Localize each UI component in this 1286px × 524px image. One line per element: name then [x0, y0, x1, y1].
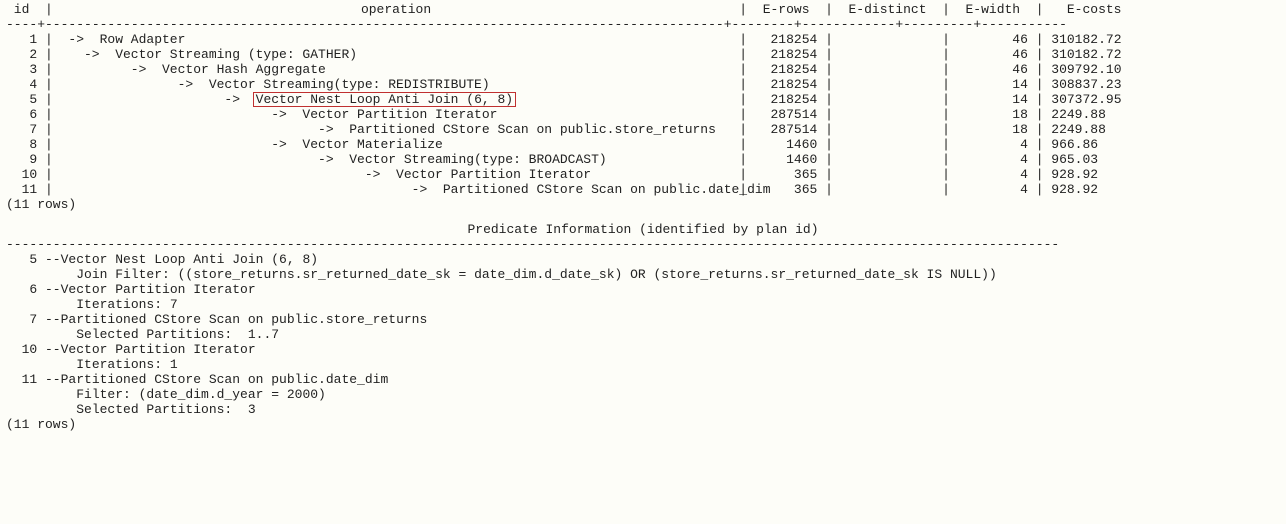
plan-row-erows: 218254 — [755, 47, 817, 62]
plan-row-operation: -> Vector Streaming(type: REDISTRIBUTE) — [61, 77, 732, 92]
plan-row-ewidth: 46 — [958, 62, 1028, 77]
plan-row-ecosts: 310182.72 — [1051, 32, 1137, 47]
plan-row: 5 | -> Vector Nest Loop Anti Join (6, 8)… — [6, 92, 1280, 107]
plan-row-id: 8 — [6, 137, 37, 152]
plan-row-erows: 218254 — [755, 62, 817, 77]
header-ewidth: E-width — [958, 2, 1028, 17]
plan-row-erows: 218254 — [755, 77, 817, 92]
predicate-line: 11 --Partitioned CStore Scan on public.d… — [6, 372, 1280, 387]
plan-row-id: 5 — [6, 92, 37, 107]
predicate-line: Selected Partitions: 1..7 — [6, 327, 1280, 342]
plan-row-ewidth: 18 — [958, 107, 1028, 122]
plan-row-operation: -> Vector Partition Iterator — [61, 167, 732, 182]
plan-row-ewidth: 46 — [958, 47, 1028, 62]
plan-row-erows: 365 — [755, 167, 817, 182]
plan-row-operation: -> Partitioned CStore Scan on public.dat… — [61, 182, 732, 197]
plan-row-erows: 1460 — [755, 152, 817, 167]
plan-row-ewidth: 4 — [958, 137, 1028, 152]
plan-row-ecosts: 307372.95 — [1051, 92, 1137, 107]
plan-row-ewidth: 14 — [958, 92, 1028, 107]
header-id: id — [6, 2, 37, 17]
plan-row: 6 | -> Vector Partition Iterator | 28751… — [6, 107, 1280, 122]
plan-row-id: 10 — [6, 167, 37, 182]
plan-row-erows: 218254 — [755, 92, 817, 107]
plan-row-ewidth: 14 — [958, 77, 1028, 92]
predicate-section-title: Predicate Information (identified by pla… — [6, 212, 1280, 237]
plan-row-operation: -> Vector Partition Iterator — [61, 107, 732, 122]
plan-row-erows: 1460 — [755, 137, 817, 152]
predicate-line: Join Filter: ((store_returns.sr_returned… — [6, 267, 1280, 282]
plan-row: 1 | -> Row Adapter | 218254 | | 46 | 310… — [6, 32, 1280, 47]
plan-row-operation: -> Vector Hash Aggregate — [61, 62, 732, 77]
plan-row-operation: -> Vector Streaming (type: GATHER) — [61, 47, 732, 62]
plan-row-ecosts: 2249.88 — [1051, 122, 1137, 137]
plan-row: 3 | -> Vector Hash Aggregate | 218254 | … — [6, 62, 1280, 77]
plan-row-erows: 218254 — [755, 32, 817, 47]
plan-row: 2 | -> Vector Streaming (type: GATHER) |… — [6, 47, 1280, 62]
plan-table-body: 1 | -> Row Adapter | 218254 | | 46 | 310… — [6, 32, 1280, 197]
plan-row-ewidth: 46 — [958, 32, 1028, 47]
plan-row-id: 6 — [6, 107, 37, 122]
plan-row-ewidth: 4 — [958, 182, 1028, 197]
plan-row-id: 2 — [6, 47, 37, 62]
predicate-separator: ----------------------------------------… — [6, 237, 1280, 252]
header-operation: operation — [61, 2, 732, 17]
plan-row-id: 1 — [6, 32, 37, 47]
plan-row-ecosts: 310182.72 — [1051, 47, 1137, 62]
predicate-line: 7 --Partitioned CStore Scan on public.st… — [6, 312, 1280, 327]
plan-row-ecosts: 928.92 — [1051, 182, 1137, 197]
row-count-1: (11 rows) — [6, 197, 1280, 212]
plan-row-operation: -> Row Adapter — [61, 32, 732, 47]
plan-row-id: 7 — [6, 122, 37, 137]
plan-row: 11 | -> Partitioned CStore Scan on publi… — [6, 182, 1280, 197]
plan-row-erows: 287514 — [755, 107, 817, 122]
plan-row-operation: -> Partitioned CStore Scan on public.sto… — [61, 122, 732, 137]
plan-table-header: id | operation | E-rows | E-distinct | E… — [6, 2, 1280, 17]
plan-row-ecosts: 966.86 — [1051, 137, 1137, 152]
predicate-line: Iterations: 7 — [6, 297, 1280, 312]
plan-row-ecosts: 308837.23 — [1051, 77, 1137, 92]
predicate-line: 10 --Vector Partition Iterator — [6, 342, 1280, 357]
plan-row-ecosts: 2249.88 — [1051, 107, 1137, 122]
predicate-line: 6 --Vector Partition Iterator — [6, 282, 1280, 297]
header-erows: E-rows — [755, 2, 817, 17]
plan-row-id: 11 — [6, 182, 37, 197]
query-plan-output: { "table": { "headers": { "id": " id ", … — [0, 0, 1286, 442]
plan-row-erows: 287514 — [755, 122, 817, 137]
plan-table-separator: ----+-----------------------------------… — [6, 17, 1280, 32]
plan-row-ecosts: 928.92 — [1051, 167, 1137, 182]
header-edistinct: E-distinct — [841, 2, 935, 17]
plan-row: 9 | -> Vector Streaming(type: BROADCAST)… — [6, 152, 1280, 167]
plan-row-ewidth: 4 — [958, 167, 1028, 182]
plan-row-operation: -> Vector Streaming(type: BROADCAST) — [61, 152, 732, 167]
plan-row-ecosts: 965.03 — [1051, 152, 1137, 167]
plan-row-erows: 365 — [755, 182, 817, 197]
row-count-2: (11 rows) — [6, 417, 1280, 432]
plan-row-ewidth: 4 — [958, 152, 1028, 167]
plan-row-ecosts: 309792.10 — [1051, 62, 1137, 77]
plan-row-operation: -> Vector Nest Loop Anti Join (6, 8) — [61, 92, 732, 107]
header-ecosts: E-costs — [1051, 2, 1137, 17]
predicate-line: Filter: (date_dim.d_year = 2000) — [6, 387, 1280, 402]
plan-row-ewidth: 18 — [958, 122, 1028, 137]
plan-row: 10 | -> Vector Partition Iterator | 365 … — [6, 167, 1280, 182]
predicate-line: Iterations: 1 — [6, 357, 1280, 372]
highlighted-operator: Vector Nest Loop Anti Join (6, 8) — [253, 92, 516, 107]
predicate-lines: 5 --Vector Nest Loop Anti Join (6, 8) Jo… — [6, 252, 1280, 417]
plan-row: 8 | -> Vector Materialize | 1460 | | 4 |… — [6, 137, 1280, 152]
plan-row-id: 4 — [6, 77, 37, 92]
plan-row-operation: -> Vector Materialize — [61, 137, 732, 152]
predicate-line: Selected Partitions: 3 — [6, 402, 1280, 417]
plan-row-id: 9 — [6, 152, 37, 167]
plan-row: 4 | -> Vector Streaming(type: REDISTRIBU… — [6, 77, 1280, 92]
plan-row-id: 3 — [6, 62, 37, 77]
predicate-line: 5 --Vector Nest Loop Anti Join (6, 8) — [6, 252, 1280, 267]
plan-row: 7 | -> Partitioned CStore Scan on public… — [6, 122, 1280, 137]
